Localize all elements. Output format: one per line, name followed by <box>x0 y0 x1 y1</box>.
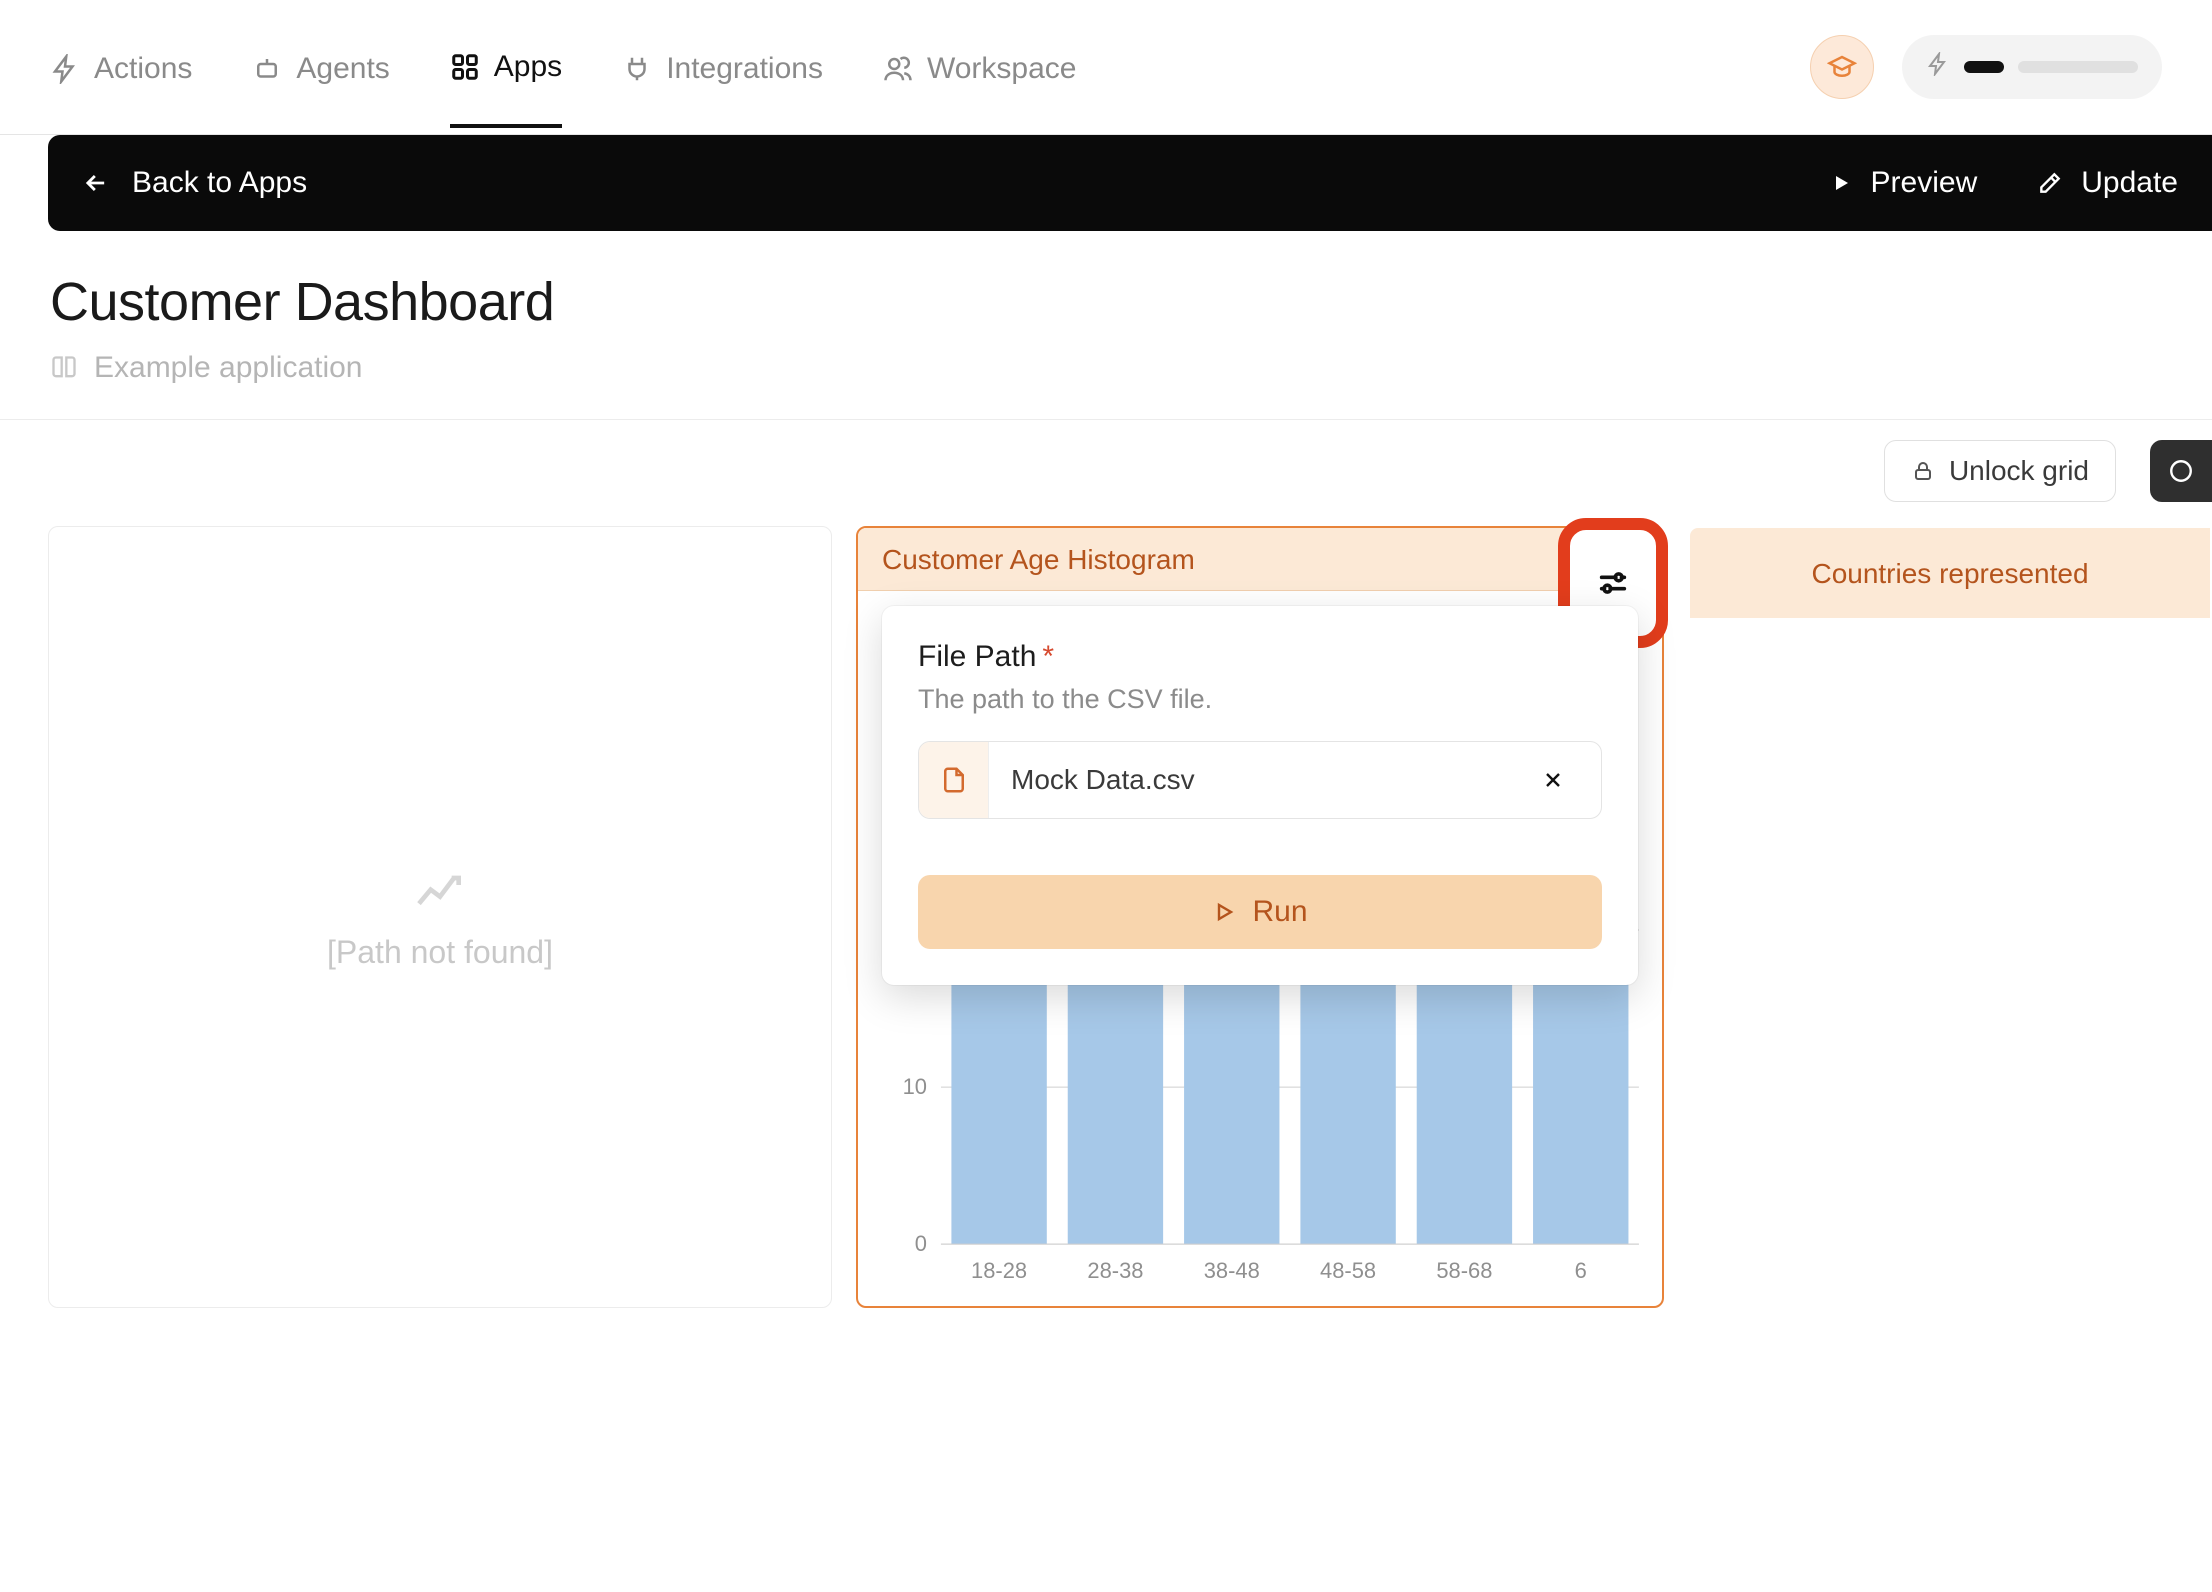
empty-message: [Path not found] <box>327 934 553 971</box>
tile-empty[interactable]: [Path not found] <box>48 526 832 1308</box>
field-label-text: File Path <box>918 640 1036 673</box>
preview-button[interactable]: Preview <box>1829 166 1978 200</box>
canvas: [Path not found] Customer Age Histogram … <box>0 502 2212 1308</box>
config-popover: File Path* The path to the CSV file. Moc… <box>882 606 1638 985</box>
bolt-icon <box>50 54 80 84</box>
nav-actions[interactable]: Actions <box>50 8 192 126</box>
page-subtitle: Example application <box>50 351 2162 385</box>
close-icon <box>1541 768 1565 792</box>
nav-label: Agents <box>296 52 389 86</box>
unlock-grid-button[interactable]: Unlock grid <box>1884 440 2116 502</box>
nav-apps[interactable]: Apps <box>450 6 562 128</box>
robot-icon <box>252 54 282 84</box>
tile-title: Countries represented <box>1811 558 2088 590</box>
back-label: Back to Apps <box>132 166 307 200</box>
play-outline-icon <box>1212 900 1236 924</box>
bolt-icon <box>1926 52 1950 83</box>
svg-text:18-28: 18-28 <box>971 1258 1027 1283</box>
nav-label: Workspace <box>927 52 1077 86</box>
run-button[interactable]: Run <box>918 875 1602 949</box>
nav-workspace[interactable]: Workspace <box>883 8 1077 126</box>
circle-icon <box>2168 458 2194 484</box>
toolbar-dark-button[interactable] <box>2150 440 2212 502</box>
unlock-label: Unlock grid <box>1949 455 2089 487</box>
usage-bar-filled <box>1964 61 2004 73</box>
tile-title: Customer Age Histogram <box>882 544 1195 576</box>
usage-pill[interactable] <box>1902 35 2162 99</box>
svg-text:38-48: 38-48 <box>1204 1258 1260 1283</box>
file-clear-button[interactable] <box>1541 768 1601 792</box>
nav-label: Integrations <box>666 52 823 86</box>
plug-icon <box>622 54 652 84</box>
field-label: File Path* <box>918 640 1602 674</box>
field-description: The path to the CSV file. <box>918 684 1602 715</box>
update-button[interactable]: Update <box>2037 166 2178 200</box>
svg-text:0: 0 <box>915 1231 927 1256</box>
required-mark: * <box>1042 640 1054 673</box>
nav-agents[interactable]: Agents <box>252 8 389 126</box>
nav-integrations[interactable]: Integrations <box>622 8 823 126</box>
tile-histogram[interactable]: Customer Age Histogram 0102018-2828-3838… <box>856 526 1664 1308</box>
preview-label: Preview <box>1871 166 1978 200</box>
page-title: Customer Dashboard <box>50 271 2162 333</box>
svg-text:58-68: 58-68 <box>1436 1258 1492 1283</box>
app-bar: Back to Apps Preview Update <box>48 135 2212 231</box>
svg-text:10: 10 <box>903 1074 927 1099</box>
chart-placeholder-icon <box>412 864 468 920</box>
usage-bar-track <box>2018 61 2138 73</box>
nav-label: Actions <box>94 52 192 86</box>
nav-label: Apps <box>494 50 562 84</box>
users-icon <box>883 54 913 84</box>
top-nav: Actions Agents Apps Integrations Workspa… <box>0 0 2212 135</box>
tile-countries[interactable]: Countries represented <box>1688 526 2212 1308</box>
page-heading: Customer Dashboard Example application <box>0 231 2212 420</box>
svg-text:28-38: 28-38 <box>1087 1258 1143 1283</box>
sliders-icon[interactable] <box>1596 566 1630 600</box>
edit-icon <box>2037 170 2063 196</box>
play-icon <box>1829 171 1853 195</box>
run-label: Run <box>1252 895 1307 929</box>
file-input[interactable]: Mock Data.csv <box>918 741 1602 819</box>
arrow-left-icon <box>82 169 110 197</box>
tile-header-histogram: Customer Age Histogram <box>858 528 1662 591</box>
academy-badge[interactable] <box>1810 35 1874 99</box>
tile-header-countries: Countries represented <box>1690 528 2210 618</box>
svg-text:48-58: 48-58 <box>1320 1258 1376 1283</box>
svg-text:6: 6 <box>1575 1258 1587 1283</box>
subtitle-text: Example application <box>94 351 363 385</box>
back-to-apps[interactable]: Back to Apps <box>82 166 307 200</box>
canvas-toolbar: Unlock grid <box>0 420 2212 502</box>
file-icon <box>939 765 969 795</box>
apps-icon <box>450 52 480 82</box>
graduation-icon <box>1827 52 1857 82</box>
file-icon-box <box>919 742 989 818</box>
update-label: Update <box>2081 166 2178 200</box>
book-icon <box>50 354 78 382</box>
lock-icon <box>1911 459 1935 483</box>
top-right <box>1810 35 2162 99</box>
file-name: Mock Data.csv <box>989 764 1541 796</box>
